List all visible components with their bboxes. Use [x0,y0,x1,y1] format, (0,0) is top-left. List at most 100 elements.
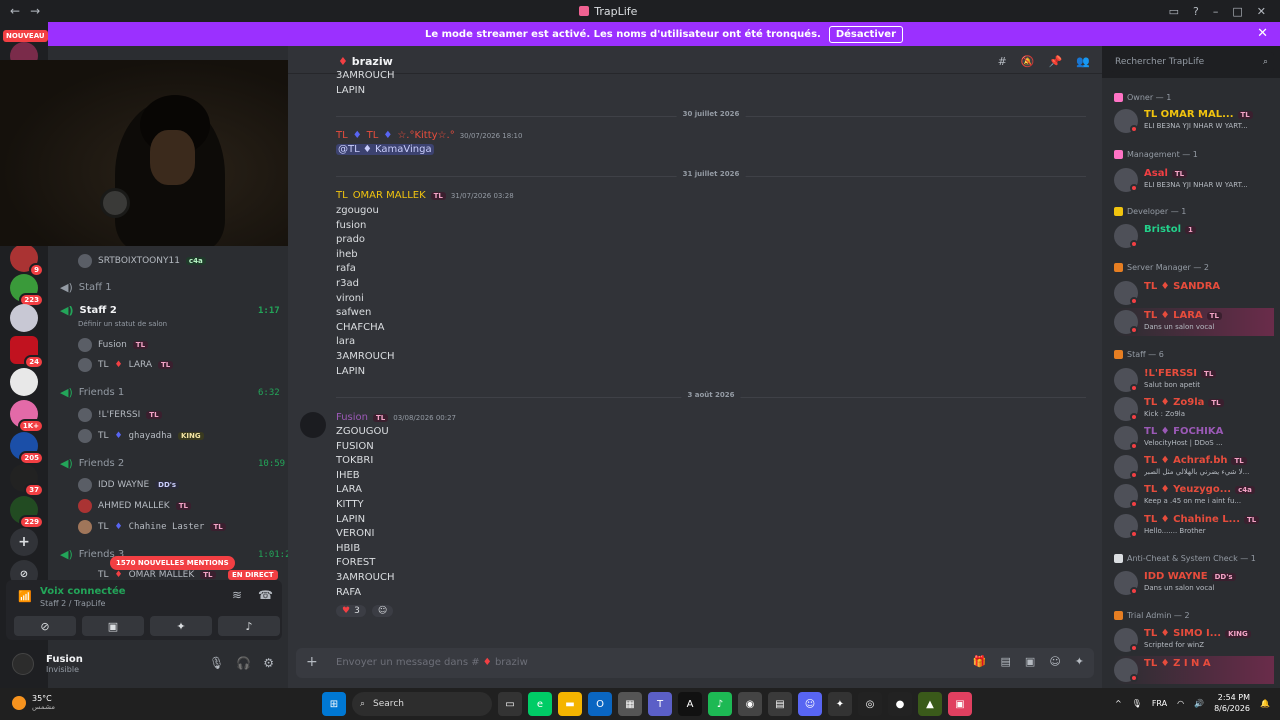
member-row[interactable]: TL ♦ Z I N A [1114,656,1274,684]
member-list-icon[interactable]: 👥 [1076,55,1090,68]
member-row[interactable]: TL ♦ SANDRA [1114,279,1274,307]
voice-channel-staff1[interactable]: ◀) Staff 1 [60,281,112,294]
gift-icon[interactable]: 🎁 [973,655,987,668]
attach-icon[interactable]: + [306,654,318,670]
mic-tray-icon[interactable]: 🎙 [1132,699,1142,708]
server-icon[interactable]: 223 [10,274,44,307]
maximize-icon[interactable]: □ [1232,5,1242,18]
chrome-icon[interactable]: ◉ [738,692,762,716]
sticker-icon[interactable]: ▣ [1025,655,1035,668]
server-icon[interactable]: 229 [10,496,44,529]
member-row[interactable]: TL OMAR MAL... TL ELI BE3NA YJI NHAR W YAR… [1114,107,1274,135]
inbox-icon[interactable]: ▭ [1169,5,1179,18]
voice-member[interactable]: TL ♦ LARA TL [78,358,174,372]
app-icon[interactable]: ▲ [918,692,942,716]
gif-icon[interactable]: ▤ [1001,655,1011,668]
voice-member[interactable]: Fusion TL [78,338,149,352]
member-row[interactable]: Bristol 1 [1114,222,1274,250]
notifications-icon[interactable]: 🔔 [1260,699,1270,708]
member-row[interactable]: TL ♦ FOCHIKA VelocityHost | DDoS ... [1114,424,1274,452]
emoji-icon[interactable]: ☺ [1049,655,1060,668]
outlook-icon[interactable]: O [588,692,612,716]
store-icon[interactable]: ▦ [618,692,642,716]
voice-member[interactable]: TL ♦ OMAR MALLEK TL [98,570,216,580]
server-icon[interactable]: 24 [10,336,44,369]
user-mention[interactable]: @TL ♦ KamaVinga [336,144,434,155]
avatar[interactable] [12,653,34,675]
back-arrow-icon[interactable]: ← [10,4,20,18]
task-view-icon[interactable]: ▭ [498,692,522,716]
member-row[interactable]: TL ♦ SIMO I... KING Scripted for winZ [1114,626,1274,654]
taskbar-search[interactable]: ⌕ Search [352,692,492,716]
voice-member[interactable]: TL ♦ Chahine Laster TL [78,520,226,534]
headphones-icon[interactable]: 🎧 [236,656,251,670]
server-icon[interactable]: 1K+ [10,400,44,433]
member-row[interactable]: IDD WAYNE DD's Dans un salon vocal [1114,569,1274,597]
mic-icon[interactable]: 🎙 [209,656,224,670]
language-indicator[interactable]: FRA [1152,699,1167,708]
mute-icon[interactable]: 🔕 [1021,55,1035,68]
minimize-icon[interactable]: – [1213,5,1219,18]
member-row[interactable]: Asal TL ELI BE3NA YJI NHAR W YART... [1114,166,1274,194]
voice-member[interactable]: IDD WAYNE DD's [78,478,180,492]
app-icon[interactable]: ◎ [858,692,882,716]
voice-location[interactable]: Staff 2 / TrapLife [40,599,105,608]
help-icon[interactable]: ? [1193,5,1199,18]
voice-member[interactable]: SRTBOIXTOONY11 c4a [78,254,206,268]
voice-member[interactable]: AHMED MALLEK TL [78,499,191,513]
search-input[interactable]: Rechercher TrapLife ⌕ [1110,52,1274,72]
activities-button[interactable]: ✦ [150,616,212,636]
server-icon[interactable] [10,368,38,396]
disable-streamer-button[interactable]: Désactiver [828,25,903,43]
volume-icon[interactable]: 🔊 [1194,699,1204,708]
app-icon[interactable]: ✦ [828,692,852,716]
teams-icon[interactable]: T [648,692,672,716]
member-row[interactable]: TL ♦ Zo9la TL Kick : Zo9la [1114,395,1274,423]
message-input[interactable]: Envoyer un message dans # ♦ braziw [336,657,528,668]
settings-icon[interactable]: ⚙ [263,656,274,670]
voice-channel-staff2[interactable]: ◀) Staff 2 1:17 [60,304,280,317]
server-icon[interactable]: 37 [10,464,44,497]
member-row[interactable]: !L'FERSSI TL Salut bon apetit [1114,366,1274,394]
threads-icon[interactable]: # [998,55,1007,68]
close-window-icon[interactable]: ✕ [1257,5,1266,18]
edge-icon[interactable]: e [528,692,552,716]
banner-close-icon[interactable]: ✕ [1257,26,1268,41]
forward-arrow-icon[interactable]: → [30,4,40,18]
voice-member[interactable]: !L'FERSSI TL [78,408,162,422]
heart-reaction[interactable]: ♥ 3 [336,605,366,617]
server-icon[interactable] [10,304,38,332]
wifi-icon[interactable]: ◠ [1177,699,1184,708]
disconnect-icon[interactable]: ☎ [258,588,273,602]
app-icon[interactable]: ● [888,692,912,716]
member-row[interactable]: TL ♦ Yeuzygo... c4a Keep a .45 on me i ain… [1114,482,1274,510]
add-server-icon[interactable]: + [10,528,38,556]
avatar[interactable] [300,412,326,438]
weather-widget[interactable]: 35°C مشمس [12,694,55,711]
pin-icon[interactable]: 📌 [1049,55,1063,68]
voice-status[interactable]: Voix connectée [40,586,126,597]
member-row[interactable]: TL ♦ Achraf.bh TL لا شيء يضرني بالهلالي مث… [1114,453,1274,481]
noise-suppression-icon[interactable]: ≋ [232,588,242,602]
add-reaction-icon[interactable]: ☺ [371,605,394,617]
spotify-icon[interactable]: ♪ [708,692,732,716]
channel-status-hint[interactable]: Définir un statut de salon [78,320,167,328]
voice-channel-friends1[interactable]: ◀) Friends 1 6:32 [60,386,280,399]
tray-chevron-icon[interactable]: ^ [1115,699,1122,708]
screen-share-button[interactable]: ▣ [82,616,144,636]
user-name[interactable]: Fusion [46,654,83,665]
server-icon[interactable]: 205 [10,432,44,465]
server-icon[interactable]: 9 [10,244,44,277]
calculator-icon[interactable]: ▤ [768,692,792,716]
member-row[interactable]: TL ♦ Chahine L... TL Hello....... Brother [1114,512,1274,540]
discord-icon[interactable]: ☺ [798,692,822,716]
clock[interactable]: 2:54 PM 8/6/2026 [1214,692,1250,714]
app-icon[interactable]: ▣ [948,692,972,716]
member-row[interactable]: TL ♦ LARA TL Dans un salon vocal [1114,308,1274,336]
explorer-icon[interactable]: ▬ [558,692,582,716]
soundboard-button[interactable]: ♪ [218,616,280,636]
text-editor-icon[interactable]: A [678,692,702,716]
voice-channel-friends2[interactable]: ◀) Friends 2 10:59 [60,457,285,470]
voice-member[interactable]: TL ♦ ghayadha KING [78,429,204,443]
camera-button[interactable]: ⊘ [14,616,76,636]
